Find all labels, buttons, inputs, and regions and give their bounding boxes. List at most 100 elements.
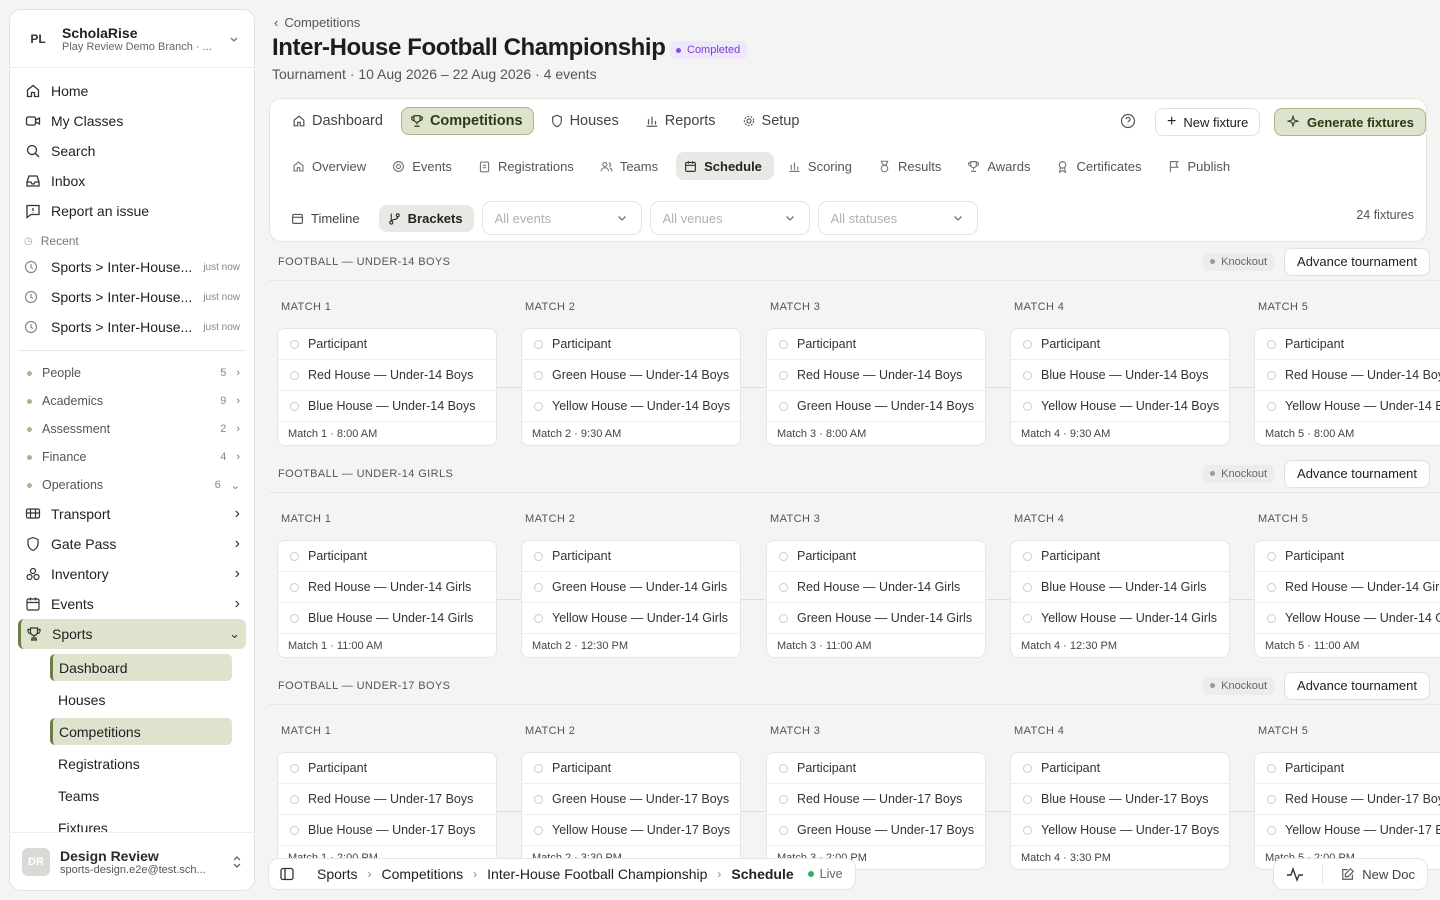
match-card[interactable]: Participant Blue House — Under-14 Girls Ye…	[1010, 540, 1230, 658]
tab-awards[interactable]: Awards	[959, 152, 1042, 180]
participant-slot[interactable]: Red House — Under-17 Boys	[1255, 784, 1440, 815]
match-card[interactable]: Participant Green House — Under-14 Girls Y…	[521, 540, 741, 658]
participant-slot[interactable]: Blue House — Under-14 Boys	[278, 391, 496, 422]
statuses-filter[interactable]: All statuses	[817, 201, 978, 235]
match-card[interactable]: Participant Blue House — Under-17 Boys Yel…	[1010, 752, 1230, 870]
module-gate-pass[interactable]: Gate Pass ›	[18, 529, 246, 559]
participant-slot[interactable]: Green House — Under-14 Girls	[767, 603, 985, 634]
sports-sub-registrations[interactable]: Registrations	[50, 750, 232, 777]
match-card[interactable]: Participant Red House — Under-14 Boys Gree…	[766, 328, 986, 446]
participant-slot[interactable]: Blue House — Under-17 Boys	[1011, 784, 1229, 815]
participant-slot[interactable]: Green House — Under-17 Boys	[767, 815, 985, 846]
recent-item[interactable]: Sports > Inter-House... just now	[18, 252, 246, 282]
participant-slot[interactable]: Yellow House — Under-17 Boys	[1011, 815, 1229, 846]
participant-slot[interactable]: Green House — Under-17 Boys	[522, 784, 740, 815]
participant-slot[interactable]: Yellow House — Under-14 Girls	[1011, 603, 1229, 634]
participant-slot[interactable]: Participant	[1255, 541, 1440, 572]
participant-slot[interactable]: Participant	[767, 329, 985, 360]
match-card[interactable]: Participant Red House — Under-14 Girls Yel…	[1254, 540, 1440, 658]
participant-slot[interactable]: Red House — Under-14 Girls	[767, 572, 985, 603]
group-academics[interactable]: Academics 9 ›	[18, 387, 246, 415]
recent-item[interactable]: Sports > Inter-House... just now	[18, 312, 246, 342]
generate-fixtures-button[interactable]: Generate fixtures	[1274, 108, 1426, 136]
match-card[interactable]: Participant Red House — Under-14 Boys Yell…	[1254, 328, 1440, 446]
back-link[interactable]: ‹ Competitions	[274, 15, 360, 30]
match-card[interactable]: Participant Red House — Under-17 Boys Yell…	[1254, 752, 1440, 870]
participant-slot[interactable]: Red House — Under-14 Boys	[278, 360, 496, 391]
participant-slot[interactable]: Red House — Under-14 Boys	[767, 360, 985, 391]
participant-slot[interactable]: Yellow House — Under-14 Boys	[1255, 391, 1440, 422]
tab-certificates[interactable]: Certificates	[1048, 152, 1153, 180]
tab-overview[interactable]: Overview	[284, 152, 378, 180]
module-sports[interactable]: Sports ⌄	[18, 619, 246, 649]
sports-sub-competitions[interactable]: Competitions	[50, 718, 232, 745]
new-doc-button[interactable]: New Doc	[1341, 867, 1415, 882]
group-people[interactable]: People 5 ›	[18, 359, 246, 387]
sports-sub-houses[interactable]: Houses	[50, 686, 232, 713]
venues-filter[interactable]: All venues	[649, 201, 810, 235]
participant-slot[interactable]: Participant	[1011, 329, 1229, 360]
participant-slot[interactable]: Participant	[1011, 753, 1229, 784]
tab-teams[interactable]: Teams	[592, 152, 670, 180]
breadcrumb-competitions[interactable]: Competitions	[371, 866, 473, 882]
tab-competitions[interactable]: Competitions	[400, 107, 534, 135]
tab-scoring[interactable]: Scoring	[780, 152, 864, 180]
match-card[interactable]: Participant Green House — Under-14 Boys Ye…	[521, 328, 741, 446]
module-events[interactable]: Events ›	[18, 589, 246, 619]
new-fixture-button[interactable]: + New fixture	[1155, 108, 1261, 136]
view-brackets[interactable]: Brackets	[378, 204, 474, 232]
user-menu[interactable]: DR Design Review sports-design.e2e@test.…	[10, 832, 254, 890]
help-icon[interactable]	[1120, 113, 1136, 129]
participant-slot[interactable]: Yellow House — Under-14 Boys	[522, 391, 740, 422]
match-card[interactable]: Participant Blue House — Under-14 Boys Yel…	[1010, 328, 1230, 446]
group-operations[interactable]: Operations 6 ⌄	[18, 471, 246, 499]
tab-events[interactable]: Events	[384, 152, 464, 180]
participant-slot[interactable]: Yellow House — Under-14 Girls	[1255, 603, 1440, 634]
advance-tournament-button[interactable]: Advance tournament	[1284, 671, 1430, 700]
view-timeline[interactable]: Timeline	[282, 205, 371, 232]
breadcrumb-sports[interactable]: Sports	[307, 866, 367, 882]
tab-publish[interactable]: Publish	[1160, 152, 1243, 180]
participant-slot[interactable]: Participant	[1255, 329, 1440, 360]
participant-slot[interactable]: Participant	[767, 753, 985, 784]
module-transport[interactable]: Transport ›	[18, 499, 246, 529]
group-assessment[interactable]: Assessment 2 ›	[18, 415, 246, 443]
advance-tournament-button[interactable]: Advance tournament	[1284, 459, 1430, 488]
participant-slot[interactable]: Participant	[278, 329, 496, 360]
participant-slot[interactable]: Red House — Under-17 Boys	[278, 784, 496, 815]
nav-inbox[interactable]: Inbox	[18, 166, 246, 196]
participant-slot[interactable]: Participant	[522, 753, 740, 784]
module-inventory[interactable]: Inventory ›	[18, 559, 246, 589]
recent-item[interactable]: Sports > Inter-House... just now	[18, 282, 246, 312]
participant-slot[interactable]: Participant	[522, 541, 740, 572]
tab-setup[interactable]: Setup	[734, 107, 810, 135]
participant-slot[interactable]: Red House — Under-14 Girls	[278, 572, 496, 603]
participant-slot[interactable]: Red House — Under-17 Boys	[767, 784, 985, 815]
tab-dashboard[interactable]: Dashboard	[284, 107, 393, 135]
nav-search[interactable]: Search	[18, 136, 246, 166]
nav-home[interactable]: Home	[18, 76, 246, 106]
nav-my-classes[interactable]: My Classes	[18, 106, 246, 136]
advance-tournament-button[interactable]: Advance tournament	[1284, 247, 1430, 276]
tab-results[interactable]: Results	[870, 152, 953, 180]
participant-slot[interactable]: Yellow House — Under-14 Boys	[1011, 391, 1229, 422]
match-card[interactable]: Participant Red House — Under-14 Boys Blue…	[277, 328, 497, 446]
sidebar-toggle-icon[interactable]	[277, 866, 307, 882]
sports-sub-dashboard[interactable]: Dashboard	[50, 654, 232, 681]
participant-slot[interactable]: Participant	[1011, 541, 1229, 572]
events-filter[interactable]: All events	[481, 201, 642, 235]
participant-slot[interactable]: Blue House — Under-14 Girls	[278, 603, 496, 634]
participant-slot[interactable]: Green House — Under-14 Boys	[522, 360, 740, 391]
nav-report-issue[interactable]: Report an issue	[18, 196, 246, 226]
participant-slot[interactable]: Green House — Under-14 Girls	[522, 572, 740, 603]
participant-slot[interactable]: Blue House — Under-17 Boys	[278, 815, 496, 846]
tab-schedule[interactable]: Schedule	[676, 152, 774, 180]
breadcrumb-competition[interactable]: Inter-House Football Championship	[477, 866, 717, 882]
participant-slot[interactable]: Red House — Under-14 Girls	[1255, 572, 1440, 603]
participant-slot[interactable]: Participant	[767, 541, 985, 572]
participant-slot[interactable]: Yellow House — Under-17 Boys	[522, 815, 740, 846]
match-card[interactable]: Participant Red House — Under-14 Girls Gre…	[766, 540, 986, 658]
activity-icon[interactable]	[1286, 866, 1304, 882]
participant-slot[interactable]: Participant	[278, 753, 496, 784]
participant-slot[interactable]: Yellow House — Under-14 Girls	[522, 603, 740, 634]
